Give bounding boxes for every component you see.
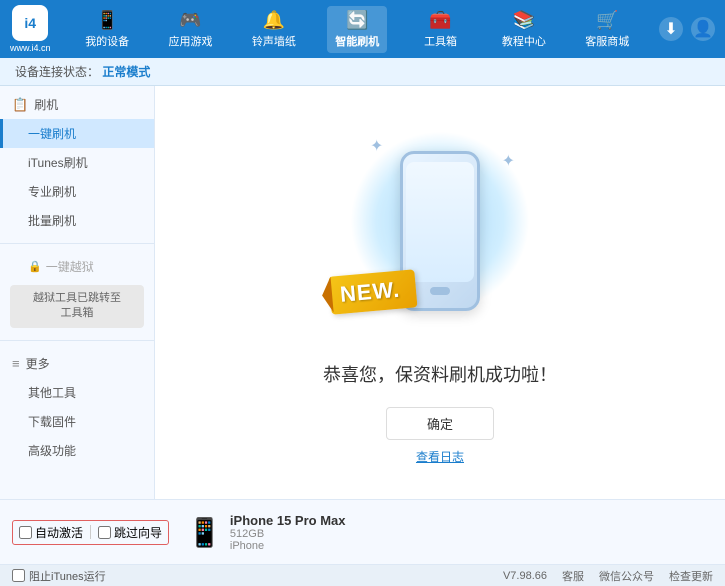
device-details: iPhone 15 Pro Max 512GB iPhone — [230, 513, 346, 552]
mode-badge: 正常模式 — [102, 65, 150, 79]
auto-activate-label[interactable]: 自动激活 — [19, 524, 83, 541]
ringtones-icon: 🔔 — [263, 10, 285, 31]
sub-header: 设备连接状态： 正常模式 — [0, 58, 725, 86]
nav-tools-label: 工具箱 — [424, 33, 457, 49]
guide-text: 跳过向导 — [114, 524, 162, 541]
nav-tutorials-label: 教程中心 — [502, 33, 546, 49]
logo-icon: i4 — [12, 5, 48, 41]
lock-icon: 🔒 — [28, 260, 42, 273]
divider-2 — [0, 340, 154, 341]
main-layout: 📋 刷机 一键刷机 iTunes刷机 专业刷机 批量刷机 🔒 一键越狱 — [0, 86, 725, 499]
phone-home-button — [430, 287, 450, 295]
auto-activate-text: 自动激活 — [35, 524, 83, 541]
apps-games-icon: 🎮 — [179, 10, 201, 31]
sidebar-item-batch-flash[interactable]: 批量刷机 — [0, 206, 154, 235]
logo-sub: www.i4.cn — [10, 43, 51, 53]
device-type: iPhone — [230, 540, 346, 552]
more-section-label: 更多 — [26, 355, 50, 372]
sidebar-item-itunes-flash[interactable]: iTunes刷机 — [0, 148, 154, 177]
nav-service-label: 客服商城 — [585, 33, 629, 49]
sidebar-header-jailbreak: 🔒 一键越狱 — [0, 252, 154, 281]
nav-ringtones[interactable]: 🔔 铃声墙纸 — [244, 6, 304, 53]
sidebar-item-one-key-flash[interactable]: 一键刷机 — [0, 119, 154, 148]
log-link[interactable]: 查看日志 — [416, 448, 464, 465]
connection-status-label: 设备连接状态： 正常模式 — [15, 63, 150, 80]
smart-flash-icon: 🔄 — [346, 10, 368, 31]
download-button[interactable]: ⬇ — [659, 17, 683, 41]
nav-tutorials[interactable]: 📚 教程中心 — [494, 6, 554, 53]
checkbox-divider — [90, 525, 91, 539]
sidebar-item-advanced[interactable]: 高级功能 — [0, 436, 154, 465]
itunes-label: 阻止iTunes运行 — [29, 568, 106, 584]
sidebar-header-flash[interactable]: 📋 刷机 — [0, 90, 154, 119]
nav-my-device-label: 我的设备 — [85, 33, 129, 49]
sidebar: 📋 刷机 一键刷机 iTunes刷机 专业刷机 批量刷机 🔒 一键越狱 — [0, 86, 155, 499]
header-right: ⬇ 👤 — [659, 17, 715, 41]
bottom-area: 自动激活 跳过向导 📱 iPhone 15 Pro Max 512GB iPho… — [0, 499, 725, 564]
nav-tools[interactable]: 🧰 工具箱 — [411, 6, 471, 53]
footer-item-kefu[interactable]: 客服 — [562, 568, 584, 584]
phone-screen — [406, 162, 474, 282]
tools-icon: 🧰 — [429, 10, 451, 31]
user-button[interactable]: 👤 — [691, 17, 715, 41]
guide-label[interactable]: 跳过向导 — [98, 524, 162, 541]
nav-apps-games[interactable]: 🎮 应用游戏 — [161, 6, 221, 53]
nav-smart-flash[interactable]: 🔄 智能刷机 — [327, 6, 387, 53]
footer-item-update[interactable]: 检查更新 — [669, 568, 713, 584]
service-icon: 🛒 — [596, 10, 618, 31]
itunes-checkbox[interactable] — [12, 569, 25, 582]
sidebar-section-more: ≡ 更多 其他工具 下载固件 高级功能 — [0, 345, 154, 469]
nav-ringtones-label: 铃声墙纸 — [252, 33, 296, 49]
itunes-block: 阻止iTunes运行 — [12, 568, 106, 584]
nav-my-device[interactable]: 📱 我的设备 — [77, 6, 137, 53]
version-label: V7.98.66 — [503, 570, 547, 582]
header: i4 www.i4.cn 📱 我的设备 🎮 应用游戏 🔔 铃声墙纸 🔄 智能刷机… — [0, 0, 725, 58]
device-name: iPhone 15 Pro Max — [230, 513, 346, 528]
checkbox-group: 自动激活 跳过向导 — [12, 520, 169, 545]
new-label: NEW. — [339, 276, 401, 306]
sidebar-header-more[interactable]: ≡ 更多 — [0, 349, 154, 378]
guide-checkbox[interactable] — [98, 526, 111, 539]
success-message: 恭喜您，保资料刷机成功啦！ — [323, 361, 557, 387]
sidebar-section-flash: 📋 刷机 一键刷机 iTunes刷机 专业刷机 批量刷机 — [0, 86, 154, 239]
flash-section-label: 刷机 — [34, 96, 58, 113]
sidebar-item-other-tools[interactable]: 其他工具 — [0, 378, 154, 407]
footer-item-wechat[interactable]: 微信公众号 — [599, 568, 654, 584]
auto-activate-checkbox[interactable] — [19, 526, 32, 539]
sidebar-item-download-firmware[interactable]: 下载固件 — [0, 407, 154, 436]
sparkle-1: ✦ — [370, 136, 383, 156]
sparkle-2: ✦ — [502, 151, 515, 171]
main-content: ✦ ✦ ✦ NEW. 恭喜您，保资料刷机成功啦！ 确定 查看日志 — [155, 86, 725, 499]
footer-right: V7.98.66 客服 微信公众号 检查更新 — [503, 568, 713, 584]
new-banner: NEW. — [329, 269, 418, 314]
logo-area: i4 www.i4.cn — [10, 5, 51, 53]
nav-service[interactable]: 🛒 客服商城 — [577, 6, 637, 53]
sidebar-item-pro-flash[interactable]: 专业刷机 — [0, 177, 154, 206]
nav-apps-games-label: 应用游戏 — [169, 33, 213, 49]
status-bar: 阻止iTunes运行 V7.98.66 客服 微信公众号 检查更新 — [0, 564, 725, 586]
flash-section-icon: 📋 — [12, 97, 28, 113]
tutorials-icon: 📚 — [513, 10, 535, 31]
nav-bar: 📱 我的设备 🎮 应用游戏 🔔 铃声墙纸 🔄 智能刷机 🧰 工具箱 📚 教程中心… — [66, 6, 649, 53]
device-storage: 512GB — [230, 528, 346, 540]
sidebar-section-jailbreak: 🔒 一键越狱 越狱工具已跳转至工具箱 — [0, 248, 154, 336]
my-device-icon: 📱 — [96, 10, 118, 31]
device-block: 📱 iPhone 15 Pro Max 512GB iPhone — [187, 513, 345, 552]
confirm-button[interactable]: 确定 — [386, 407, 494, 440]
more-section-icon: ≡ — [12, 356, 20, 371]
device-phone-icon: 📱 — [187, 516, 222, 549]
nav-smart-flash-label: 智能刷机 — [335, 33, 379, 49]
jailbreak-note: 越狱工具已跳转至工具箱 — [10, 285, 144, 328]
logo-text: i4 — [24, 15, 36, 31]
divider-1 — [0, 243, 154, 244]
jailbreak-section-label: 一键越狱 — [46, 258, 94, 275]
phone-illustration: ✦ ✦ ✦ NEW. — [340, 121, 540, 341]
